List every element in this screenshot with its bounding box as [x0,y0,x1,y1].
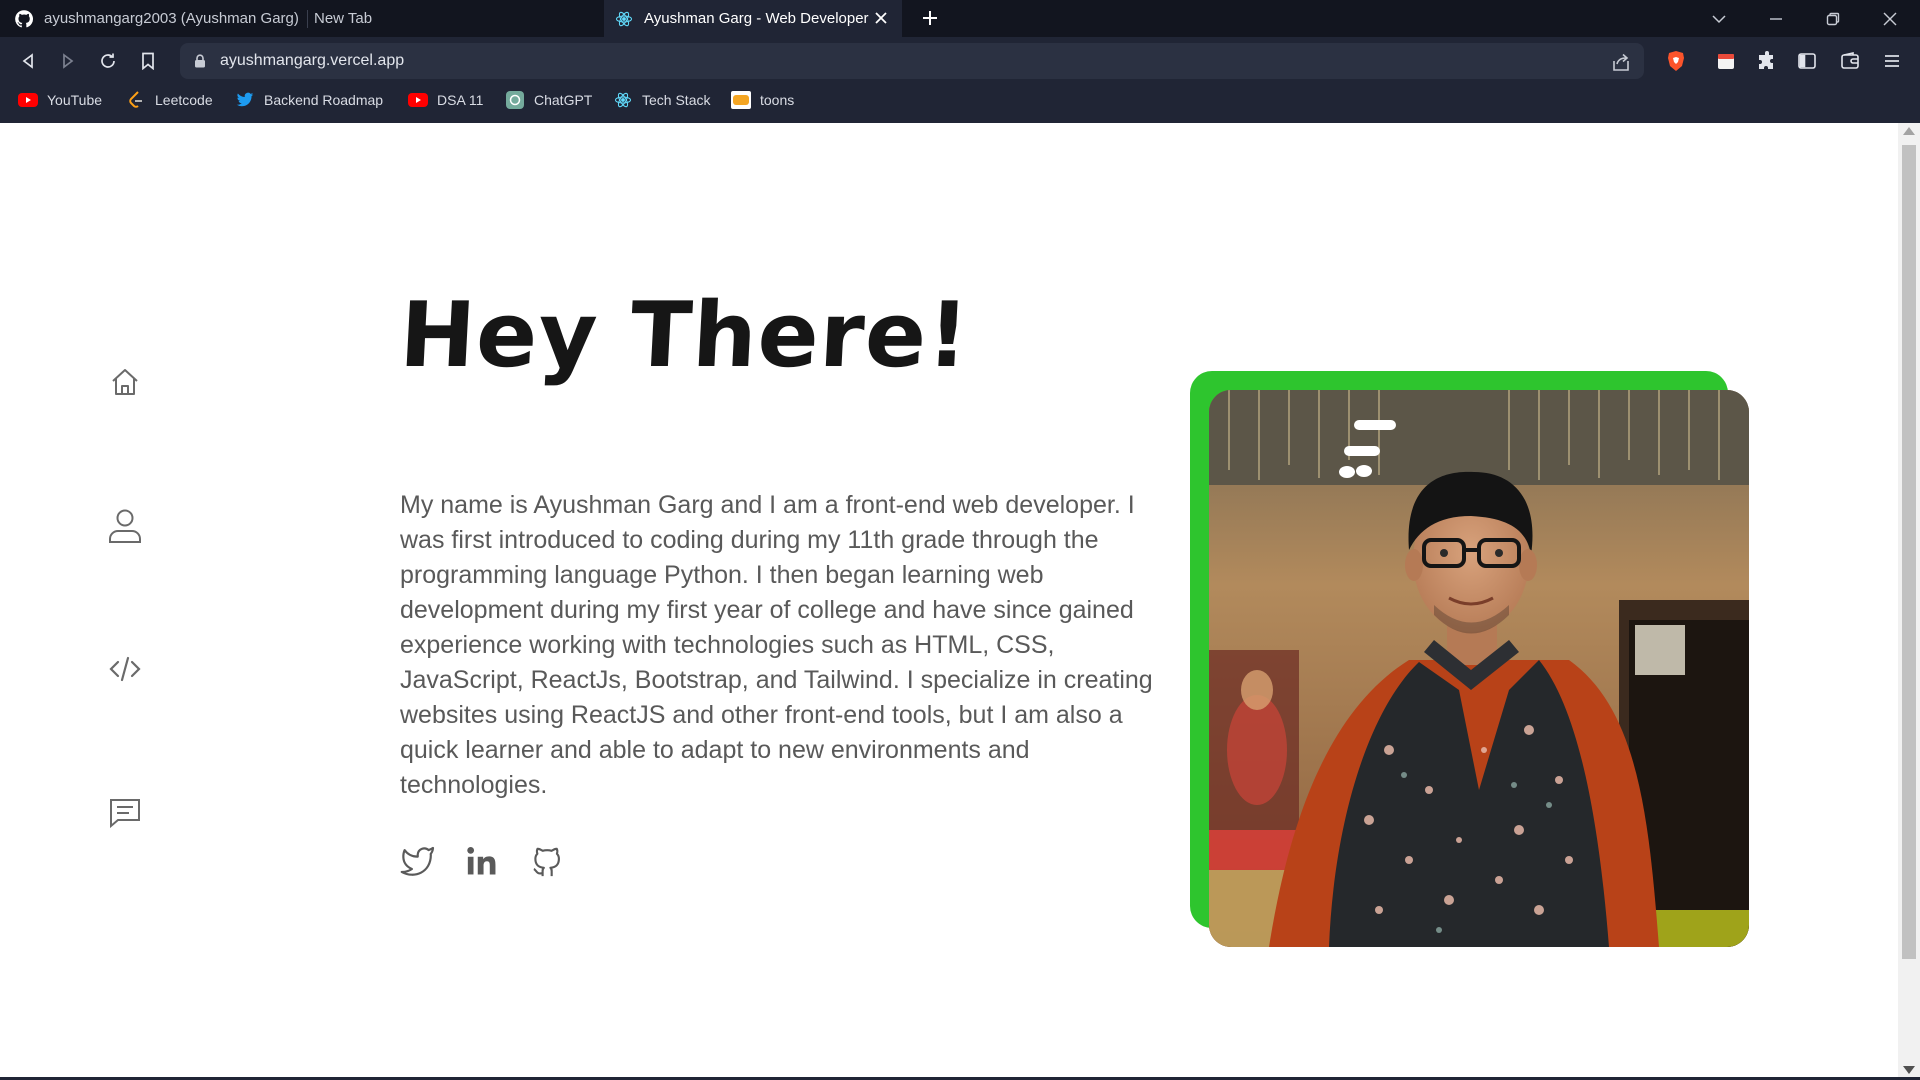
youtube-icon [18,91,38,109]
scroll-down-arrow-icon[interactable] [1903,1066,1915,1074]
tab-title: ayushmangarg2003 (Ayushman Garg) [44,10,299,27]
message-icon[interactable] [106,794,144,832]
brave-shield-icon[interactable] [1664,49,1688,73]
page-scrollbar[interactable] [1898,123,1920,1078]
bookmark-label: Tech Stack [642,92,711,108]
tab-github[interactable]: ayushmangarg2003 (Ayushman Garg) [14,0,304,37]
url-text: ayushmangarg.vercel.app [220,52,405,69]
bookmark-label: DSA 11 [437,92,484,108]
wallet-icon[interactable] [1838,49,1862,73]
back-icon[interactable] [16,49,40,73]
leetcode-icon [126,91,146,109]
youtube-icon [408,91,428,109]
bookmark-backend-roadmap[interactable]: Backend Roadmap [235,88,383,112]
tab-active-portfolio[interactable]: Ayushman Garg - Web Developer [604,0,902,37]
bookmark-icon[interactable] [136,49,160,73]
new-tab-button[interactable] [918,6,942,30]
close-window-icon[interactable] [1875,4,1905,34]
bookmark-chatgpt[interactable]: ChatGPT [505,88,592,112]
profile-photo [1209,390,1749,947]
bookmark-tech-stack[interactable]: Tech Stack [613,88,710,112]
github-link[interactable] [528,842,566,880]
minimize-icon[interactable] [1761,4,1791,34]
close-icon[interactable] [872,9,890,27]
tab-title: Ayushman Garg - Web Developer [644,10,869,27]
bookmark-label: Leetcode [155,92,213,108]
twitter-icon [235,91,255,109]
code-icon[interactable] [106,650,144,688]
linkedin-icon [467,846,496,875]
scroll-thumb[interactable] [1902,145,1916,959]
tab-title: New Tab [314,10,373,27]
profile-photo-frame [1190,371,1750,947]
twitter-icon [400,846,435,876]
chevron-down-icon[interactable] [1704,4,1734,34]
linkedin-link[interactable] [463,842,501,880]
restore-icon[interactable] [1818,4,1848,34]
react-icon [614,9,634,29]
bookmark-leetcode[interactable]: Leetcode [126,88,213,112]
bookmark-label: YouTube [47,92,103,108]
extensions-puzzle-icon[interactable] [1755,49,1779,73]
bookmark-youtube[interactable]: YouTube [18,88,102,112]
calendar-extension-icon[interactable] [1714,49,1738,73]
github-icon [14,9,34,29]
page-title: Hey There! [397,283,973,388]
sidebar-toggle-icon[interactable] [1795,49,1819,73]
toons-icon [731,91,751,109]
menu-icon[interactable] [1880,49,1904,73]
reload-icon[interactable] [96,49,120,73]
share-icon[interactable] [1610,51,1632,73]
bookmarks-bar: YouTube Leetcode Backend Roadmap DSA 11 … [0,86,1920,114]
home-icon[interactable] [106,363,144,401]
tab-strip: ayushmangarg2003 (Ayushman Garg) New Tab… [0,0,1920,37]
bookmark-dsa[interactable]: DSA 11 [408,88,483,112]
bookmark-label: ChatGPT [534,92,593,108]
browser-chrome: ayushmangarg2003 (Ayushman Garg) New Tab… [0,0,1920,123]
tab-new-tab[interactable]: New Tab [314,0,604,37]
lock-icon [192,53,208,69]
twitter-link[interactable] [398,842,436,880]
github-icon [533,847,560,877]
bio-paragraph: My name is Ayushman Garg and I am a fron… [400,491,1153,799]
browser-toolbar: ayushmangarg.vercel.app [0,37,1920,85]
address-bar[interactable]: ayushmangarg.vercel.app [180,43,1644,79]
chatgpt-icon [505,91,525,109]
tab-separator [307,10,308,28]
bookmark-label: toons [760,92,795,108]
forward-icon[interactable] [56,49,80,73]
bookmark-toons[interactable]: toons [731,88,794,112]
react-icon [613,91,633,109]
bookmark-label: Backend Roadmap [264,92,384,108]
user-icon[interactable] [106,507,144,545]
scroll-up-arrow-icon[interactable] [1903,127,1915,135]
